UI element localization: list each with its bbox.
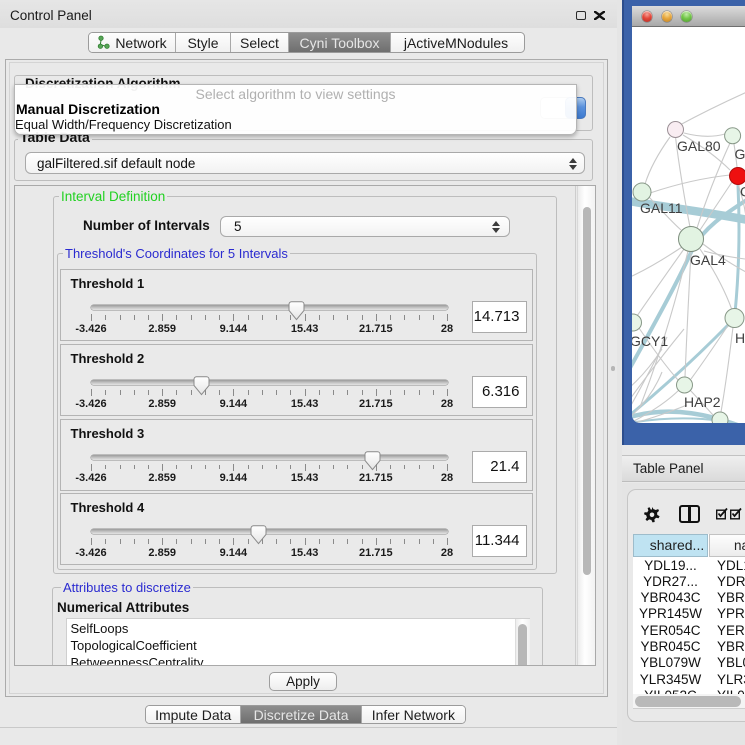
svg-text:C: C — [740, 184, 745, 200]
svg-text:HAP2: HAP2 — [684, 394, 721, 410]
svg-text:GAL80: GAL80 — [677, 138, 721, 154]
svg-text:H: H — [735, 330, 745, 346]
svg-text:G.: G. — [735, 146, 745, 162]
svg-text:GAL4: GAL4 — [690, 252, 726, 268]
svg-text:GAL11: GAL11 — [640, 200, 683, 216]
svg-text:GCY1: GCY1 — [632, 333, 668, 349]
